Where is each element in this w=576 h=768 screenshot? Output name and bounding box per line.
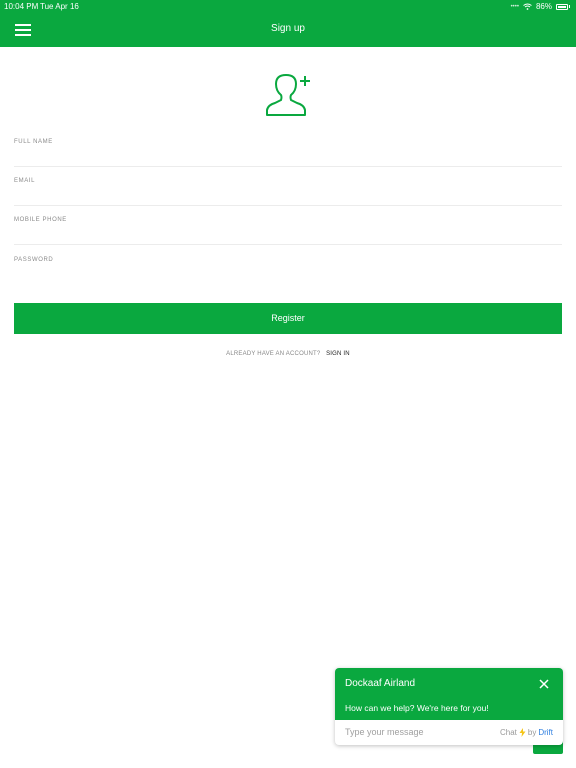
status-bar: 10:04 PM Tue Apr 16 •••• 86% bbox=[0, 0, 576, 12]
chat-message-input[interactable] bbox=[345, 724, 485, 740]
register-button[interactable]: Register bbox=[14, 303, 562, 334]
battery-icon bbox=[556, 3, 568, 10]
status-date: Tue Apr 16 bbox=[40, 2, 79, 11]
full-name-input[interactable] bbox=[14, 149, 562, 165]
drift-link[interactable]: Drift bbox=[538, 728, 553, 737]
signin-row: ALREADY HAVE AN ACCOUNT? SIGN IN bbox=[0, 351, 576, 357]
signin-question: ALREADY HAVE AN ACCOUNT? bbox=[226, 351, 321, 357]
password-input[interactable] bbox=[14, 267, 562, 283]
email-input[interactable] bbox=[14, 188, 562, 204]
chat-widget: Dockaaf Airland How can we help? We're h… bbox=[335, 668, 563, 745]
password-field: PASSWORD bbox=[14, 257, 562, 285]
email-field: EMAIL bbox=[14, 178, 562, 206]
full-name-field: FULL NAME bbox=[14, 139, 562, 167]
page-title: Sign up bbox=[271, 23, 305, 34]
password-label: PASSWORD bbox=[14, 257, 54, 263]
email-label: EMAIL bbox=[14, 178, 36, 184]
chat-header: Dockaaf Airland How can we help? We're h… bbox=[335, 668, 563, 720]
chat-company-name: Dockaaf Airland bbox=[345, 678, 416, 689]
battery-percent: 86% bbox=[535, 2, 552, 11]
mobile-phone-label: MOBILE PHONE bbox=[14, 217, 67, 223]
wifi-icon bbox=[523, 3, 532, 10]
add-user-icon bbox=[266, 74, 310, 116]
chat-brand-by: by bbox=[527, 728, 537, 737]
bolt-icon bbox=[519, 728, 526, 737]
app-header: 10:04 PM Tue Apr 16 •••• 86% Sign up bbox=[0, 0, 576, 47]
chat-branding: Chat by Drift bbox=[500, 728, 553, 737]
chat-brand-prefix: Chat bbox=[499, 728, 517, 737]
mobile-phone-input[interactable] bbox=[14, 227, 562, 243]
chat-greeting: How can we help? We're here for you! bbox=[345, 703, 489, 713]
battery-tip bbox=[569, 5, 570, 8]
status-time: 10:04 PM bbox=[4, 2, 39, 11]
mobile-phone-field: MOBILE PHONE bbox=[14, 217, 562, 245]
status-indicators: •••• 86% bbox=[511, 2, 570, 11]
full-name-label: FULL NAME bbox=[14, 139, 53, 145]
signal-icon: •••• bbox=[510, 3, 519, 10]
close-icon[interactable] bbox=[538, 678, 550, 690]
signin-link[interactable]: SIGN IN bbox=[326, 351, 350, 357]
